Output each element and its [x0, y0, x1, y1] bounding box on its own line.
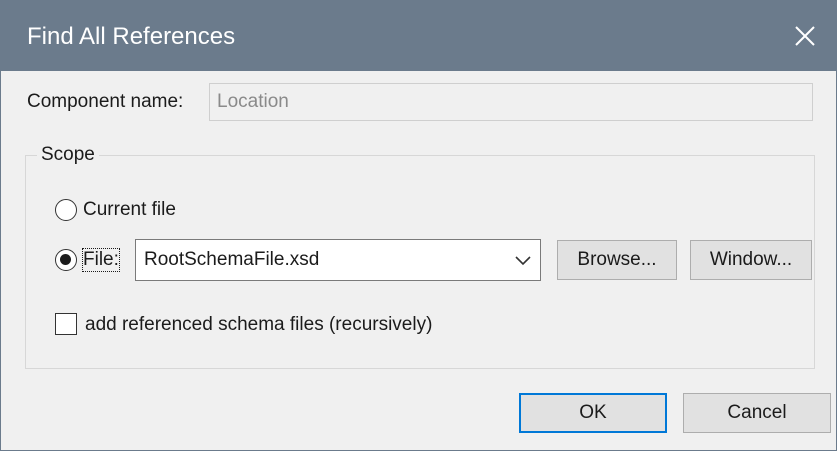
file-radio[interactable]	[55, 249, 77, 271]
radio-selected-dot	[60, 254, 71, 265]
chevron-down-icon[interactable]	[514, 251, 532, 269]
file-path-combobox[interactable]: RootSchemaFile.xsd	[135, 239, 541, 281]
find-all-references-dialog: Find All References Component name: Loca…	[0, 0, 837, 451]
title-bar: Find All References	[1, 1, 836, 71]
recursive-checkbox-label[interactable]: add referenced schema files (recursively…	[85, 314, 432, 336]
current-file-label[interactable]: Current file	[83, 199, 176, 221]
browse-button[interactable]: Browse...	[557, 240, 677, 280]
close-icon	[795, 26, 815, 46]
file-radio-label[interactable]: File:	[82, 248, 120, 272]
component-name-label: Component name:	[27, 91, 184, 112]
file-path-value: RootSchemaFile.xsd	[144, 249, 320, 270]
window-button[interactable]: Window...	[690, 240, 812, 280]
close-button[interactable]	[780, 11, 830, 61]
ok-button[interactable]: OK	[519, 393, 667, 433]
current-file-radio[interactable]	[55, 199, 77, 221]
component-name-field: Location	[209, 83, 813, 121]
scope-legend: Scope	[37, 144, 99, 166]
recursive-checkbox[interactable]	[55, 313, 77, 335]
dialog-title: Find All References	[27, 23, 236, 50]
cancel-button[interactable]: Cancel	[683, 393, 831, 433]
